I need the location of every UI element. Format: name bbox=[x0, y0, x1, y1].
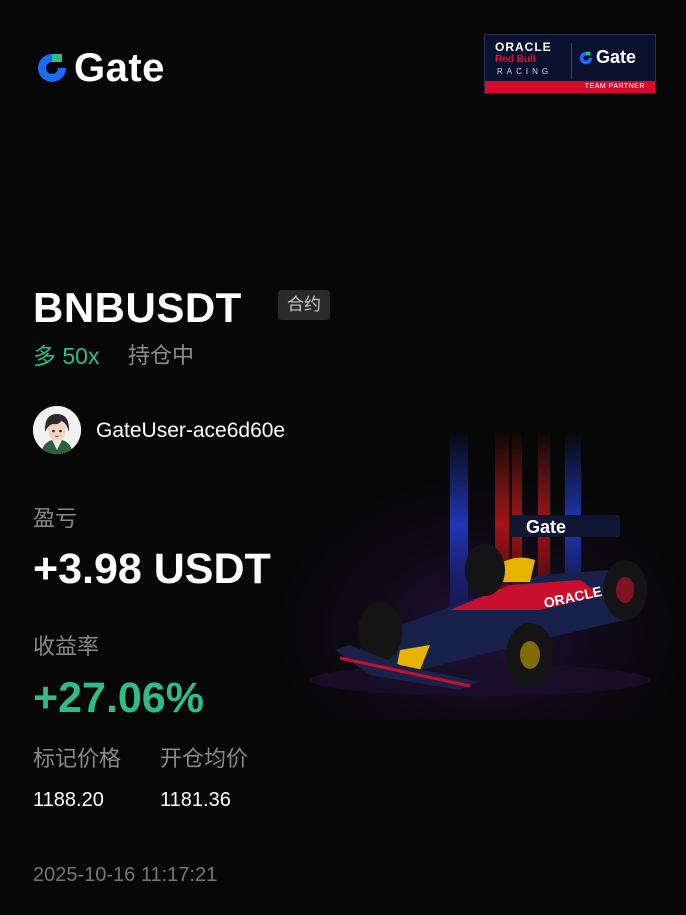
redbull-wordmark: Red Bull bbox=[495, 54, 536, 65]
roi-value: +27.06% bbox=[33, 674, 204, 722]
badge-caption: TEAM PARTNER bbox=[584, 83, 645, 90]
badge-caption-strip: TEAM PARTNER bbox=[485, 81, 655, 93]
badge-gate-logo: Gate bbox=[578, 47, 636, 68]
trading-pair: BNBUSDT bbox=[33, 284, 242, 331]
gate-logo: Gate bbox=[34, 48, 165, 88]
timestamp: 2025-10-16 11:17:21 bbox=[33, 864, 218, 886]
gate-logo-icon bbox=[38, 54, 66, 82]
badge-divider bbox=[571, 43, 572, 79]
contract-tag: 合约 bbox=[278, 290, 330, 320]
mark-price-value: 1188.20 bbox=[33, 789, 104, 811]
racing-wordmark: RACING bbox=[497, 67, 553, 76]
user-avatar-icon bbox=[33, 406, 81, 454]
f1-car-illustration: Gate ORACLE bbox=[280, 420, 686, 720]
mark-price-label: 标记价格 bbox=[33, 746, 122, 771]
team-partner-badge: ORACLE Red Bull RACING Gate TEAM PARTNER bbox=[484, 34, 656, 94]
roi-label: 收益率 bbox=[33, 634, 100, 659]
pnl-label: 盈亏 bbox=[33, 506, 78, 531]
badge-gate-text: Gate bbox=[596, 47, 637, 67]
pnl-value: +3.98 USDT bbox=[33, 545, 271, 593]
entry-price-label: 开仓均价 bbox=[160, 746, 249, 771]
oracle-wordmark: ORACLE bbox=[495, 40, 552, 54]
user-avatar bbox=[33, 406, 81, 454]
username: GateUser-ace6d60e bbox=[96, 419, 286, 442]
logo-text: Gate bbox=[74, 46, 165, 90]
gate-logo-icon bbox=[579, 51, 593, 64]
position-direction-leverage: 多 50x bbox=[33, 343, 100, 369]
position-status: 持仓中 bbox=[128, 343, 195, 368]
entry-price-value: 1181.36 bbox=[160, 789, 231, 811]
svg-text:Gate: Gate bbox=[526, 517, 566, 537]
